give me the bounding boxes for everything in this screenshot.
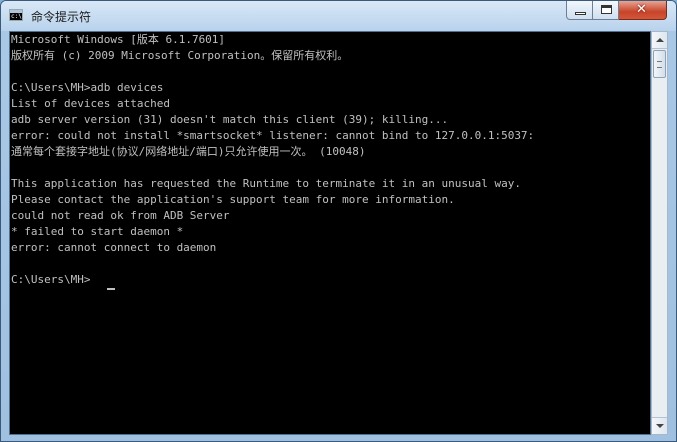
scroll-up-arrow-icon[interactable] (652, 32, 667, 49)
command-prompt-window: 命令提示符 ✕ Microsoft Windows [版本 6.1.7601] … (0, 0, 677, 442)
console-line: 通常每个套接字地址(协议/网络地址/端口)只允许使用一次。 (10048) (11, 145, 366, 158)
console-line: error: cannot connect to daemon (11, 241, 217, 254)
close-icon: ✕ (636, 2, 647, 17)
text-cursor (107, 288, 115, 290)
console-line: * failed to start daemon * (11, 225, 184, 238)
window-title: 命令提示符 (31, 10, 92, 24)
console-line: adb server version (31) doesn't match th… (11, 113, 449, 126)
console-line: Please contact the application's support… (11, 193, 455, 206)
scroll-down-arrow-icon[interactable] (652, 417, 667, 434)
title-bar[interactable]: 命令提示符 ✕ (1, 1, 676, 31)
console-line: C:\Users\MH>adb devices (11, 81, 164, 94)
close-button[interactable]: ✕ (619, 1, 667, 20)
cmd-icon[interactable] (9, 9, 23, 21)
minimize-button[interactable] (566, 1, 593, 20)
console-line: error: could not install *smartsocket* l… (11, 129, 535, 142)
console-line: 版权所有 (c) 2009 Microsoft Corporation。保留所有… (11, 49, 349, 62)
console-line: could not read ok from ADB Server (11, 209, 230, 222)
console-output[interactable]: Microsoft Windows [版本 6.1.7601] 版权所有 (c)… (9, 31, 651, 435)
console-prompt[interactable]: C:\Users\MH> (11, 272, 90, 288)
console-line: List of devices attached (11, 97, 170, 110)
maximize-button[interactable] (593, 1, 619, 20)
console-line: Microsoft Windows [版本 6.1.7601] (11, 33, 226, 46)
vertical-scrollbar[interactable] (651, 31, 668, 435)
maximize-icon (601, 5, 612, 14)
minimize-icon (575, 12, 586, 15)
console-line: This application has requested the Runti… (11, 177, 521, 190)
scrollbar-thumb[interactable] (653, 50, 666, 78)
